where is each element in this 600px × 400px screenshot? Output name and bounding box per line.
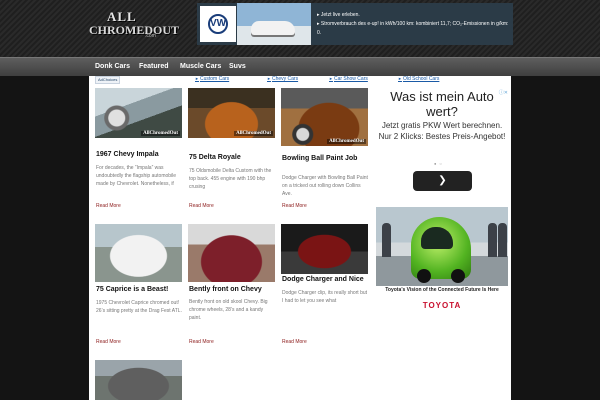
site-header: ALL CHROMEDOUT .com VW Jetzt live erlebe… (0, 0, 600, 57)
carousel-dots: ●○ (434, 161, 445, 166)
vw-logo-icon: VW (200, 6, 236, 42)
post-card (95, 360, 183, 400)
toyota-logo: TOYOTA (422, 301, 462, 310)
post-title[interactable]: Bowling Ball Paint Job (282, 155, 357, 162)
read-more-link[interactable]: Read More (96, 203, 121, 209)
toyota-ad-image (376, 207, 508, 286)
link-custom-cars[interactable]: Custom Cars (195, 76, 229, 82)
chevron-right-icon: ❯ (438, 175, 447, 186)
post-card: 75 Caprice is a Beast! 1975 Chevrolet Ca… (95, 224, 183, 348)
read-more-link[interactable]: Read More (282, 203, 307, 209)
post-card: Dodge Charger and Nice Dodge Charger cli… (281, 224, 369, 348)
top-ad-text: Jetzt live erleben. Stromverbrauch des e… (317, 11, 513, 38)
post-excerpt: Dodge Charger clip, its really short but… (282, 290, 368, 304)
post-title[interactable]: 75 Delta Royale (189, 154, 241, 161)
post-card: AllChromedOut Bowling Ball Paint Job Dod… (281, 88, 369, 212)
ad-car-image (237, 3, 311, 45)
nav-item-suvs[interactable]: Suvs (229, 63, 246, 70)
post-thumbnail[interactable] (95, 224, 182, 282)
post-thumbnail[interactable]: AllChromedOut (95, 88, 182, 138)
post-excerpt: Bently front on old skool Chevy. Big chr… (189, 299, 268, 321)
adchoices-badge[interactable]: AdChoices (95, 76, 121, 84)
post-thumbnail[interactable]: AllChromedOut (281, 88, 368, 146)
ad-next-button[interactable]: ❯ (413, 171, 472, 191)
post-watermark: AllChromedOut (327, 139, 366, 144)
link-car-show-cars[interactable]: Car Show Cars (329, 76, 368, 82)
post-title[interactable]: Bently front on Chevy (189, 286, 262, 293)
ad-body: Jetzt gratis PKW Wert berechnen. Nur 2 K… (378, 121, 506, 141)
nav-item-donk-cars[interactable]: Donk Cars (95, 63, 130, 70)
post-thumbnail[interactable]: AllChromedOut (188, 88, 275, 138)
post-title[interactable]: 1967 Chevy Impala (96, 151, 159, 158)
logo-line-2: CHROMEDOUT (89, 23, 179, 37)
logo-line-3: .com (145, 33, 156, 39)
read-more-link[interactable]: Read More (96, 339, 121, 345)
nav-item-featured[interactable]: Featured (139, 63, 169, 70)
post-excerpt: 75 Oldsmobile Delta Custom with the top … (189, 168, 272, 190)
main-nav: Donk Cars Featured Muscle Cars Suvs (0, 57, 600, 76)
link-chevy-cars[interactable]: Chevy Cars (267, 76, 298, 82)
post-thumbnail[interactable] (281, 224, 368, 274)
post-card: AllChromedOut 1967 Chevy Impala For deca… (95, 88, 183, 212)
top-ad-line: Stromverbrauch des e-up! in kWh/100 km: … (317, 20, 513, 38)
toyota-ad-caption: Toyota’s Vision of the Connected Future … (385, 287, 499, 293)
post-watermark: AllChromedOut (141, 131, 180, 136)
post-title[interactable]: Dodge Charger and Nice (282, 276, 364, 283)
top-banner-ad[interactable]: VW Jetzt live erleben. Stromverbrauch de… (197, 3, 513, 45)
post-excerpt: Dodge Charger with Bowling Ball Paint on… (282, 175, 368, 197)
post-watermark: AllChromedOut (234, 131, 273, 136)
post-thumbnail[interactable] (95, 360, 182, 400)
side-ad-car-value[interactable]: ⓘ✕ Was ist mein Auto wert? Jetzt gratis … (376, 89, 508, 196)
post-excerpt: For decades, the “Impala” was undoubtedl… (96, 165, 177, 187)
post-card: AllChromedOut 75 Delta Royale 75 Oldsmob… (188, 88, 276, 212)
post-excerpt: 1975 Chevrolet Caprice chromed out! 26’s… (96, 300, 182, 314)
ad-headline: Was ist mein Auto wert? (390, 89, 494, 119)
read-more-link[interactable]: Read More (189, 339, 214, 345)
post-title[interactable]: 75 Caprice is a Beast! (96, 286, 168, 293)
read-more-link[interactable]: Read More (189, 203, 214, 209)
site-logo[interactable]: ALL CHROMEDOUT .com (89, 9, 179, 45)
read-more-link[interactable]: Read More (282, 339, 307, 345)
post-thumbnail[interactable] (188, 224, 275, 282)
side-ad-toyota[interactable]: Toyota’s Vision of the Connected Future … (376, 207, 508, 311)
link-old-school-cars[interactable]: Old School Cars (398, 76, 439, 82)
nav-item-muscle-cars[interactable]: Muscle Cars (180, 63, 221, 70)
post-card: Bently front on Chevy Bently front on ol… (188, 224, 276, 348)
top-ad-line: Jetzt live erleben. (317, 11, 513, 20)
